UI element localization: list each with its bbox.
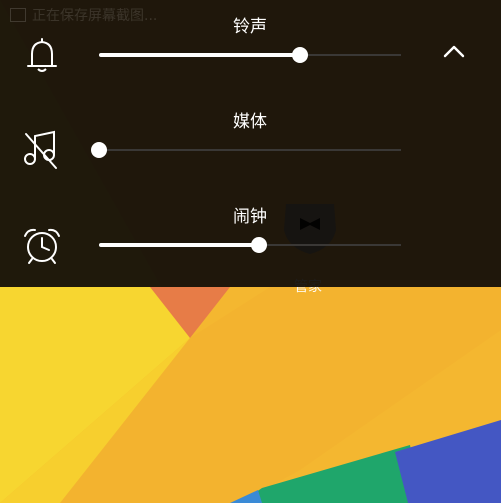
music-muted-icon[interactable] (22, 130, 62, 170)
bell-icon[interactable] (22, 35, 62, 75)
ringtone-slider[interactable] (99, 45, 401, 65)
slider-thumb[interactable] (91, 142, 107, 158)
collapse-button[interactable] (437, 36, 471, 66)
slider-fill (99, 53, 300, 57)
media-title: 媒体 (233, 112, 267, 132)
screenshot-status-icon (10, 8, 26, 22)
slider-thumb[interactable] (292, 47, 308, 63)
ringtone-title: 铃声 (233, 17, 267, 37)
chevron-up-icon (443, 45, 465, 58)
slider-fill (99, 243, 259, 247)
status-notice: 正在保存屏幕截图... (32, 8, 158, 24)
slider-track (99, 149, 401, 151)
alarm-slider[interactable] (99, 235, 401, 255)
alarm-clock-icon[interactable] (22, 226, 62, 266)
alarm-title: 闹钟 (233, 207, 267, 227)
slider-thumb[interactable] (251, 237, 267, 253)
media-slider[interactable] (91, 140, 401, 160)
